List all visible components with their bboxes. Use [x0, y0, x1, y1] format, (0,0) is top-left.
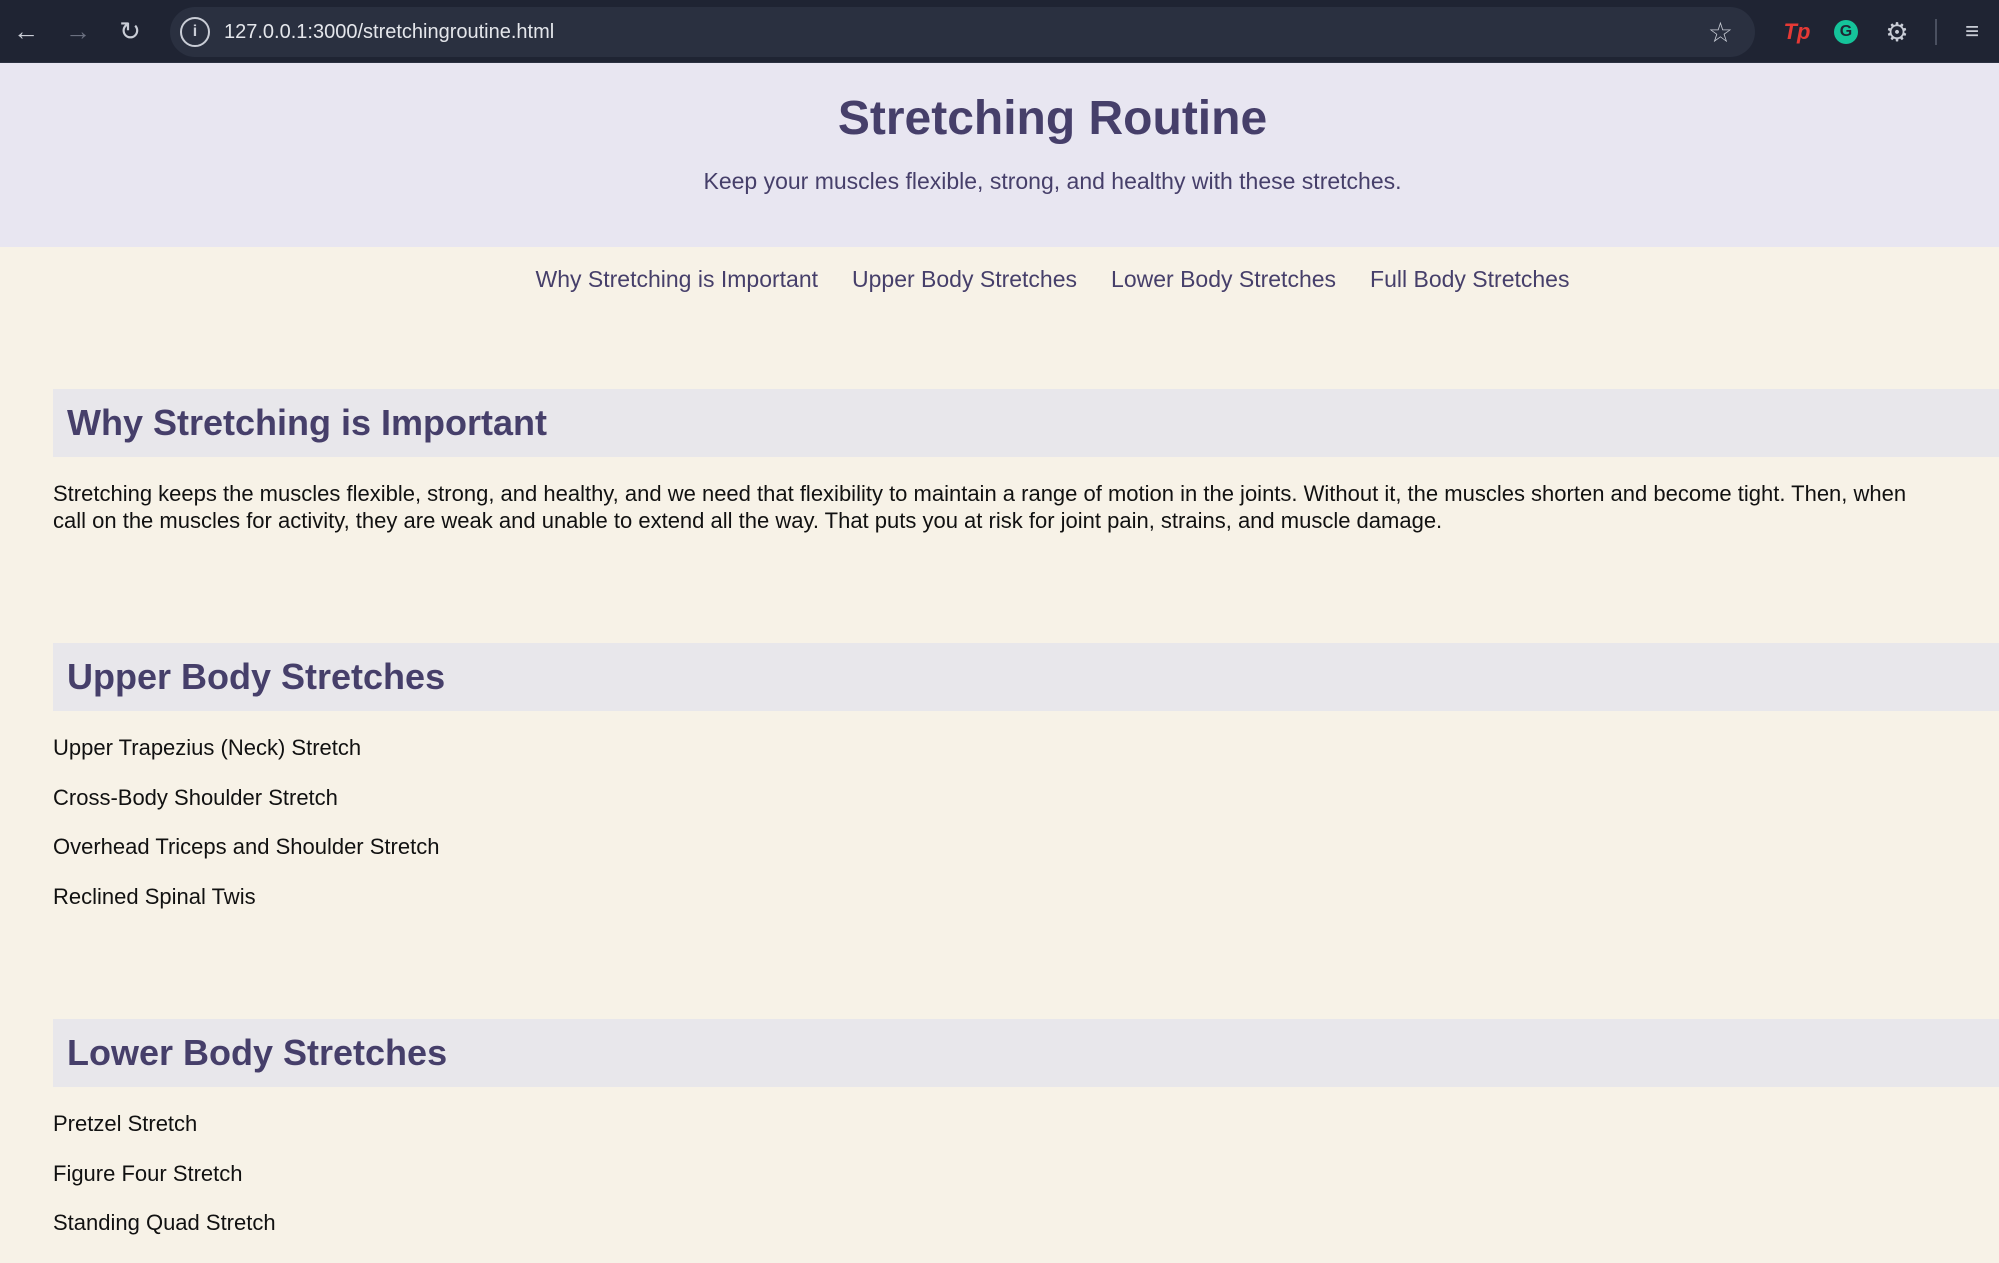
back-button[interactable]: ←: [0, 0, 52, 63]
section-heading-upper: Upper Body Stretches: [53, 643, 1999, 711]
toolbar-divider: [1935, 19, 1937, 45]
tp-extension-icon[interactable]: Tp: [1780, 12, 1814, 52]
why-paragraph-line-2: call on the muscles for activity, they a…: [53, 508, 1443, 533]
puzzle-icon[interactable]: ⚙: [1880, 12, 1914, 52]
url-text[interactable]: 127.0.0.1:3000/stretchingroutine.html: [224, 21, 1708, 44]
section-title-upper: Upper Body Stretches: [67, 656, 446, 697]
reload-button[interactable]: ↻: [104, 0, 156, 63]
section-heading-lower: Lower Body Stretches: [53, 1019, 1999, 1087]
site-header: Stretching Routine Keep your muscles fle…: [0, 63, 1999, 247]
section-heading-why: Why Stretching is Important: [53, 389, 1999, 457]
page-title: Stretching Routine: [837, 92, 1268, 145]
list-item: Overhead Triceps and Shoulder Stretch: [53, 834, 440, 859]
section-nav: Why Stretching is Important Upper Body S…: [53, 266, 1999, 293]
section-title-lower: Lower Body Stretches: [67, 1032, 448, 1073]
why-paragraph: Stretching keeps the muscles flexible, s…: [53, 480, 1999, 534]
list-item: Figure Four Stretch: [53, 1161, 243, 1186]
forward-button[interactable]: →: [52, 0, 104, 63]
nav-link-why-stretching[interactable]: Why Stretching is Important: [536, 266, 819, 293]
list-item: Standing Quad Stretch: [53, 1210, 276, 1235]
grammarly-icon[interactable]: G: [1829, 12, 1863, 52]
section-title-why: Why Stretching is Important: [67, 402, 548, 443]
list-item: Pretzel Stretch: [53, 1111, 198, 1136]
list-item: Reclined Spinal Twis: [53, 884, 256, 909]
nav-link-full-body[interactable]: Full Body Stretches: [1370, 266, 1569, 293]
arrow-right-icon: →: [65, 15, 91, 46]
list-item: Cross-Body Shoulder Stretch: [53, 785, 338, 810]
nav-link-upper-body[interactable]: Upper Body Stretches: [852, 266, 1077, 293]
address-bar[interactable]: i 127.0.0.1:3000/stretchingroutine.html …: [170, 7, 1755, 57]
list-item: Upper Trapezius (Neck) Stretch: [53, 735, 362, 760]
reload-icon: ↻: [119, 15, 141, 46]
info-icon[interactable]: i: [180, 17, 210, 47]
why-paragraph-line-1: Stretching keeps the muscles flexible, s…: [53, 481, 1907, 506]
arrow-left-icon: ←: [13, 15, 39, 46]
tab-search-icon[interactable]: ≡: [1955, 12, 1989, 52]
nav-link-lower-body[interactable]: Lower Body Stretches: [1111, 266, 1336, 293]
page-tagline: Keep your muscles flexible, strong, and …: [703, 168, 1402, 194]
browser-toolbar: ← → ↻ i 127.0.0.1:3000/stretchingroutine…: [0, 0, 1999, 63]
star-icon[interactable]: ☆: [1708, 16, 1733, 49]
